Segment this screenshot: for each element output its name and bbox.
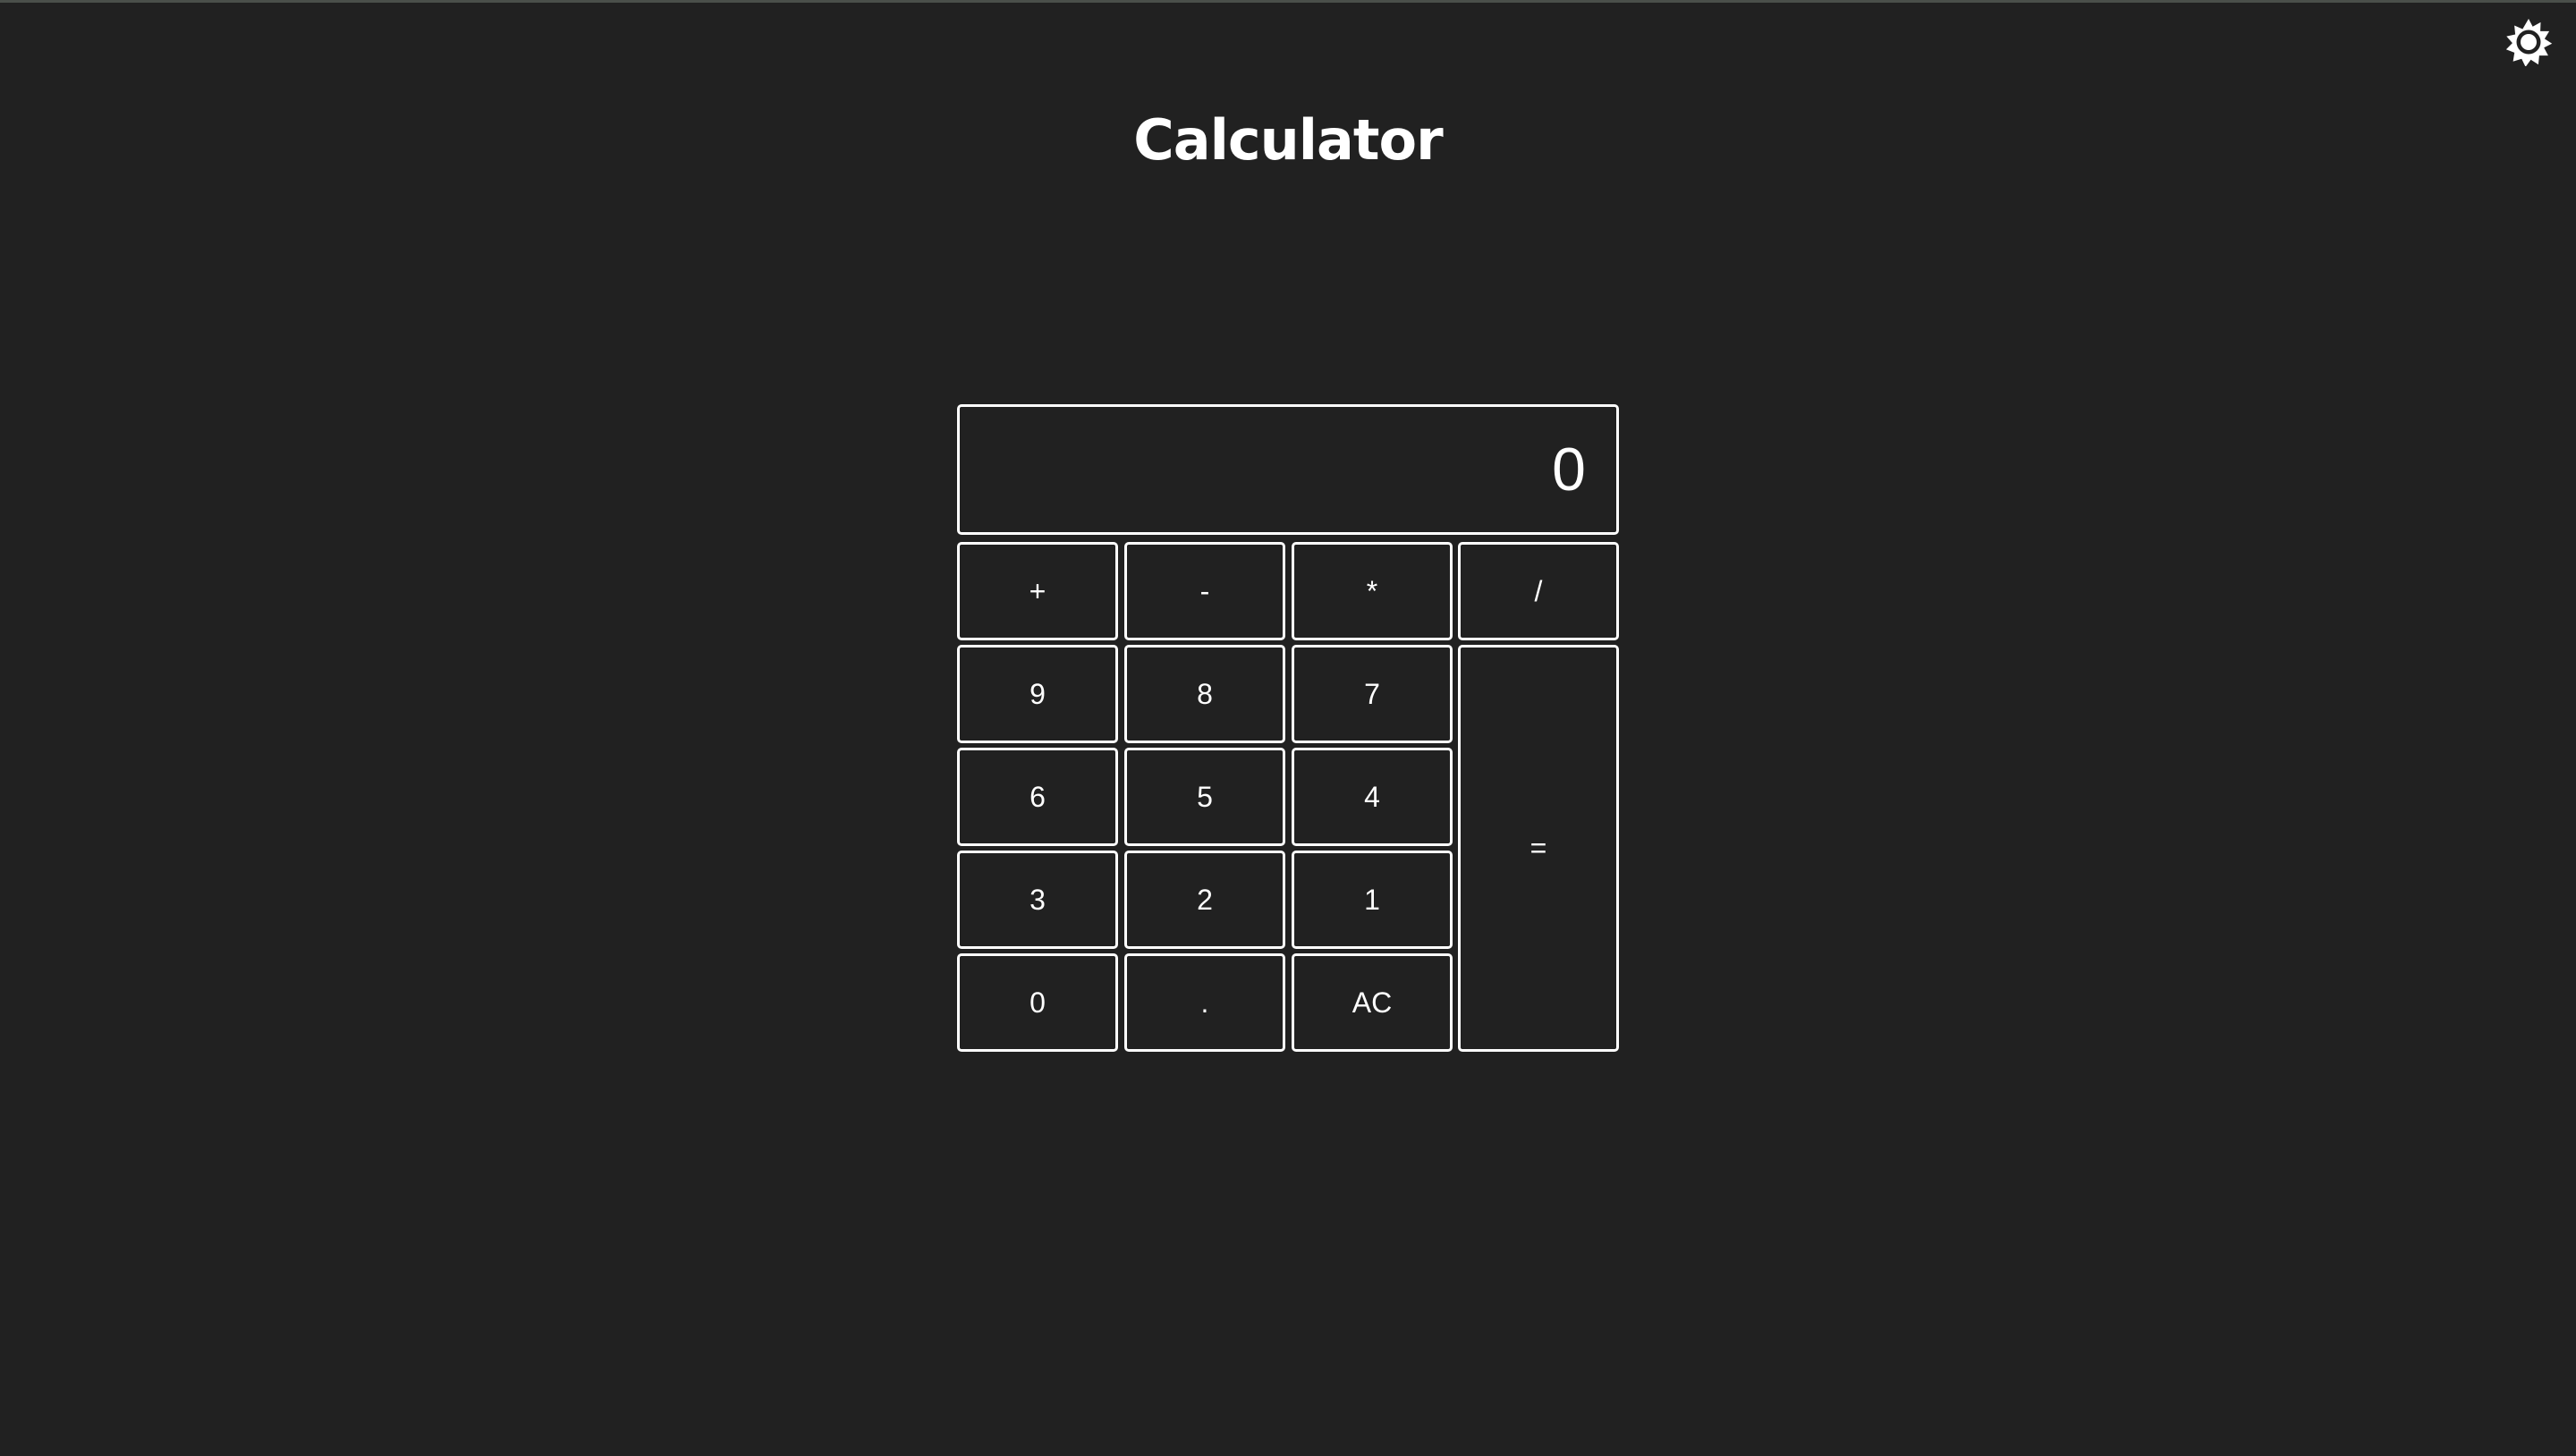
theme-toggle-button[interactable] <box>2504 18 2553 66</box>
result-display: 0 <box>957 404 1619 535</box>
divide-button[interactable]: / <box>1458 542 1619 640</box>
minus-button[interactable]: - <box>1124 542 1285 640</box>
digit-9-button[interactable]: 9 <box>957 645 1118 743</box>
digit-4-button[interactable]: 4 <box>1292 748 1453 846</box>
digit-5-button[interactable]: 5 <box>1124 748 1285 846</box>
calculator: 0 + - * / 9 8 7 = 6 5 4 3 2 1 0 . AC <box>957 404 1619 1052</box>
digit-1-button[interactable]: 1 <box>1292 851 1453 949</box>
page-title: Calculator <box>1133 107 1443 173</box>
digit-3-button[interactable]: 3 <box>957 851 1118 949</box>
sun-icon <box>2505 19 2553 66</box>
plus-button[interactable]: + <box>957 542 1118 640</box>
clear-button[interactable]: AC <box>1292 953 1453 1052</box>
digit-0-button[interactable]: 0 <box>957 953 1118 1052</box>
digit-7-button[interactable]: 7 <box>1292 645 1453 743</box>
equals-button[interactable]: = <box>1458 645 1619 1052</box>
digit-6-button[interactable]: 6 <box>957 748 1118 846</box>
digit-8-button[interactable]: 8 <box>1124 645 1285 743</box>
decimal-button[interactable]: . <box>1124 953 1285 1052</box>
multiply-button[interactable]: * <box>1292 542 1453 640</box>
top-divider <box>0 0 2576 3</box>
digit-2-button[interactable]: 2 <box>1124 851 1285 949</box>
